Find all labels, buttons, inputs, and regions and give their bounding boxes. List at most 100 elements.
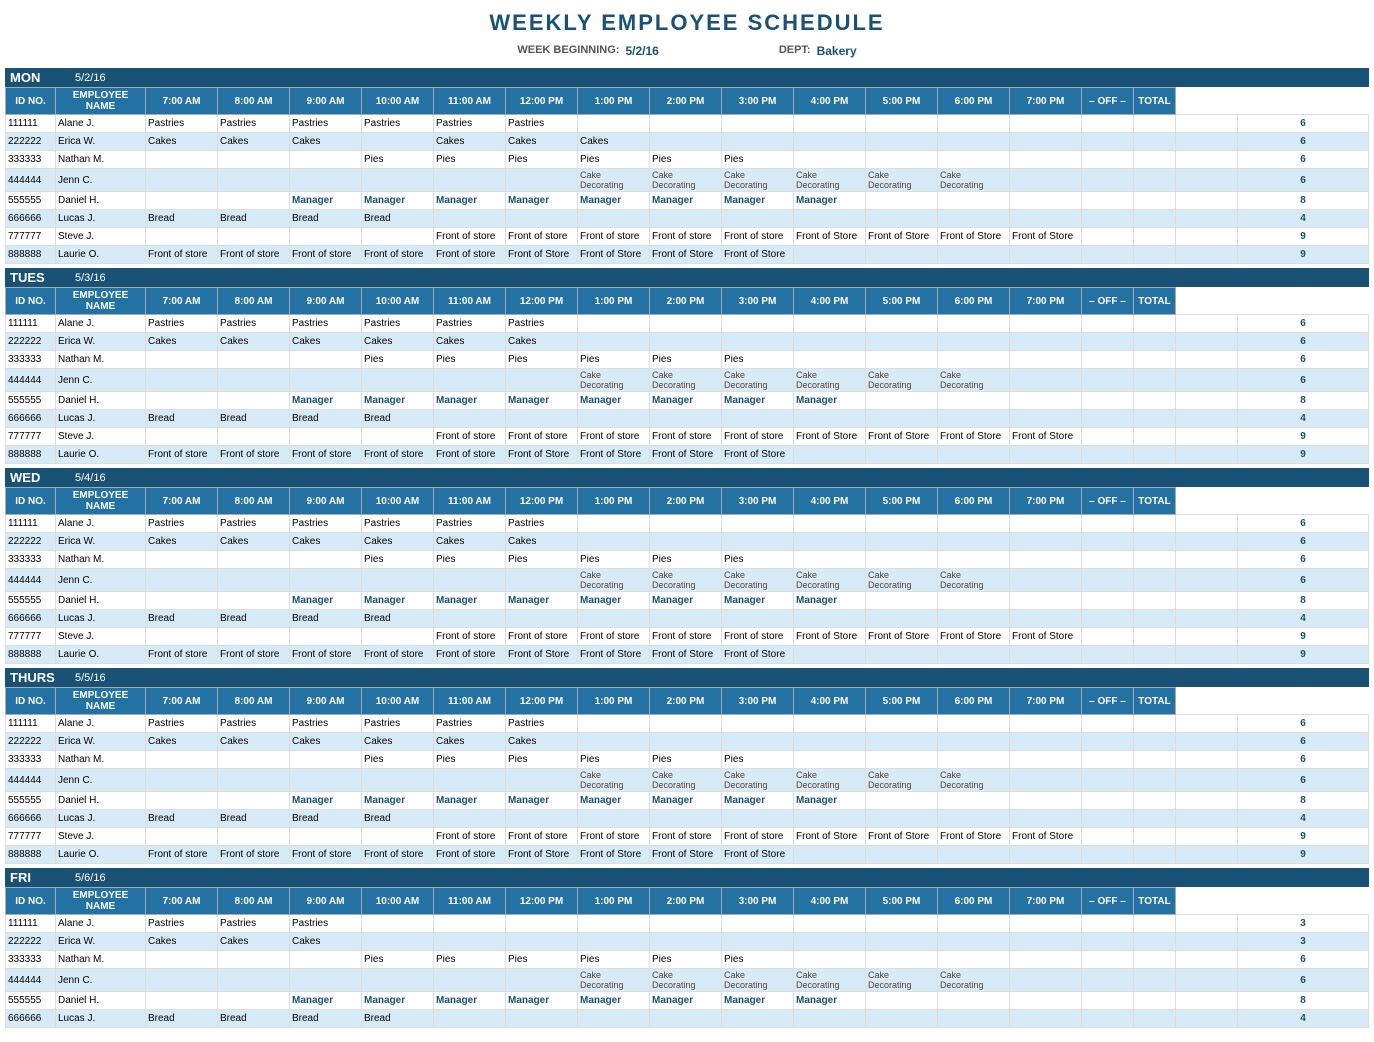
schedule-slot: Front of store: [722, 428, 794, 446]
col-header: 2:00 PM: [650, 888, 722, 915]
schedule-slot: Pies: [578, 951, 650, 969]
schedule-slot: [722, 410, 794, 428]
schedule-slot: [1134, 551, 1176, 569]
schedule-slot: [794, 446, 866, 464]
employee-id: 777777: [6, 628, 56, 646]
schedule-slot: Cakes: [290, 133, 362, 151]
schedule-slot: [434, 915, 506, 933]
schedule-slot: Front of Store: [866, 228, 938, 246]
col-header: 3:00 PM: [722, 488, 794, 515]
schedule-slot: [434, 969, 506, 992]
week-label: WEEK BEGINNING:: [517, 44, 619, 58]
schedule-slot: [1082, 369, 1134, 392]
schedule-slot: [866, 846, 938, 864]
schedule-slot: [1134, 592, 1176, 610]
schedule-slot: Pastries: [434, 315, 506, 333]
employee-id: 111111: [6, 915, 56, 933]
schedule-slot: [1134, 169, 1176, 192]
schedule-slot: [146, 951, 218, 969]
employee-name: Steve J.: [56, 428, 146, 446]
schedule-slot: [146, 392, 218, 410]
schedule-slot: [1082, 951, 1134, 969]
schedule-slot: [938, 533, 1010, 551]
schedule-slot: Bread: [218, 410, 290, 428]
schedule-slot: Pastries: [290, 715, 362, 733]
schedule-slot: Pastries: [362, 715, 434, 733]
day-date: 5/2/16: [75, 72, 106, 84]
employee-id: 222222: [6, 533, 56, 551]
schedule-slot: [1082, 392, 1134, 410]
schedule-slot: [938, 846, 1010, 864]
schedule-slot: [650, 133, 722, 151]
total-cell: 6: [1238, 533, 1369, 551]
schedule-slot: [1082, 592, 1134, 610]
col-header: 3:00 PM: [722, 88, 794, 115]
schedule-slot: [938, 915, 1010, 933]
total-cell: 6: [1238, 169, 1369, 192]
schedule-slot: [866, 733, 938, 751]
off-cell: [1176, 228, 1238, 246]
schedule-slot: Front of store: [722, 228, 794, 246]
day-date: 5/4/16: [75, 472, 106, 484]
employee-name: Laurie O.: [56, 646, 146, 664]
schedule-slot: [434, 410, 506, 428]
schedule-slot: [866, 915, 938, 933]
employee-id: 444444: [6, 369, 56, 392]
schedule-slot: [722, 733, 794, 751]
schedule-slot: [578, 533, 650, 551]
employee-name: Steve J.: [56, 828, 146, 846]
col-header: 4:00 PM: [794, 88, 866, 115]
schedule-slot: [218, 151, 290, 169]
schedule-slot: [578, 915, 650, 933]
schedule-slot: Bread: [290, 610, 362, 628]
schedule-slot: [1010, 133, 1082, 151]
employee-name: Lucas J.: [56, 410, 146, 428]
schedule-slot: [1134, 828, 1176, 846]
schedule-slot: [290, 569, 362, 592]
schedule-slot: Cakes: [434, 533, 506, 551]
schedule-slot: [938, 210, 1010, 228]
schedule-slot: Pies: [722, 751, 794, 769]
schedule-slot: [1134, 428, 1176, 446]
schedule-slot: Bread: [362, 1010, 434, 1028]
schedule-slot: [362, 133, 434, 151]
schedule-table: ID NO.EMPLOYEE NAME7:00 AM8:00 AM9:00 AM…: [5, 87, 1369, 264]
off-cell: [1176, 533, 1238, 551]
schedule-slot: Front of store: [434, 228, 506, 246]
schedule-slot: Front of Store: [1010, 628, 1082, 646]
schedule-slot: Manager: [434, 592, 506, 610]
schedule-slot: [1010, 992, 1082, 1010]
schedule-slot: [1134, 810, 1176, 828]
schedule-slot: Manager: [434, 792, 506, 810]
schedule-slot: [1082, 915, 1134, 933]
off-cell: [1176, 369, 1238, 392]
schedule-slot: Bread: [362, 610, 434, 628]
schedule-slot: Cake Decorating: [650, 169, 722, 192]
col-header: 11:00 AM: [434, 88, 506, 115]
off-cell: [1176, 315, 1238, 333]
schedule-slot: Front of store: [722, 628, 794, 646]
schedule-slot: Pies: [362, 151, 434, 169]
col-header: – OFF –: [1082, 288, 1134, 315]
schedule-slot: Cake Decorating: [578, 969, 650, 992]
off-cell: [1176, 646, 1238, 664]
schedule-slot: [506, 569, 578, 592]
table-row: 666666Lucas J.BreadBreadBreadBread4: [6, 810, 1369, 828]
day-header: MON5/2/16: [5, 68, 1369, 87]
table-row: 444444Jenn C.Cake DecoratingCake Decorat…: [6, 169, 1369, 192]
schedule-slot: Manager: [434, 392, 506, 410]
schedule-slot: [722, 133, 794, 151]
employee-id: 333333: [6, 551, 56, 569]
schedule-slot: [866, 392, 938, 410]
col-header: 9:00 AM: [290, 288, 362, 315]
col-header: 2:00 PM: [650, 688, 722, 715]
total-cell: 4: [1238, 610, 1369, 628]
schedule-slot: Pastries: [290, 115, 362, 133]
schedule-slot: Cake Decorating: [938, 169, 1010, 192]
schedule-slot: Manager: [650, 792, 722, 810]
col-header: 2:00 PM: [650, 88, 722, 115]
table-row: 333333Nathan M.PiesPiesPiesPiesPiesPies6: [6, 551, 1369, 569]
schedule-slot: [938, 192, 1010, 210]
schedule-slot: [434, 810, 506, 828]
schedule-slot: Front of store: [362, 846, 434, 864]
